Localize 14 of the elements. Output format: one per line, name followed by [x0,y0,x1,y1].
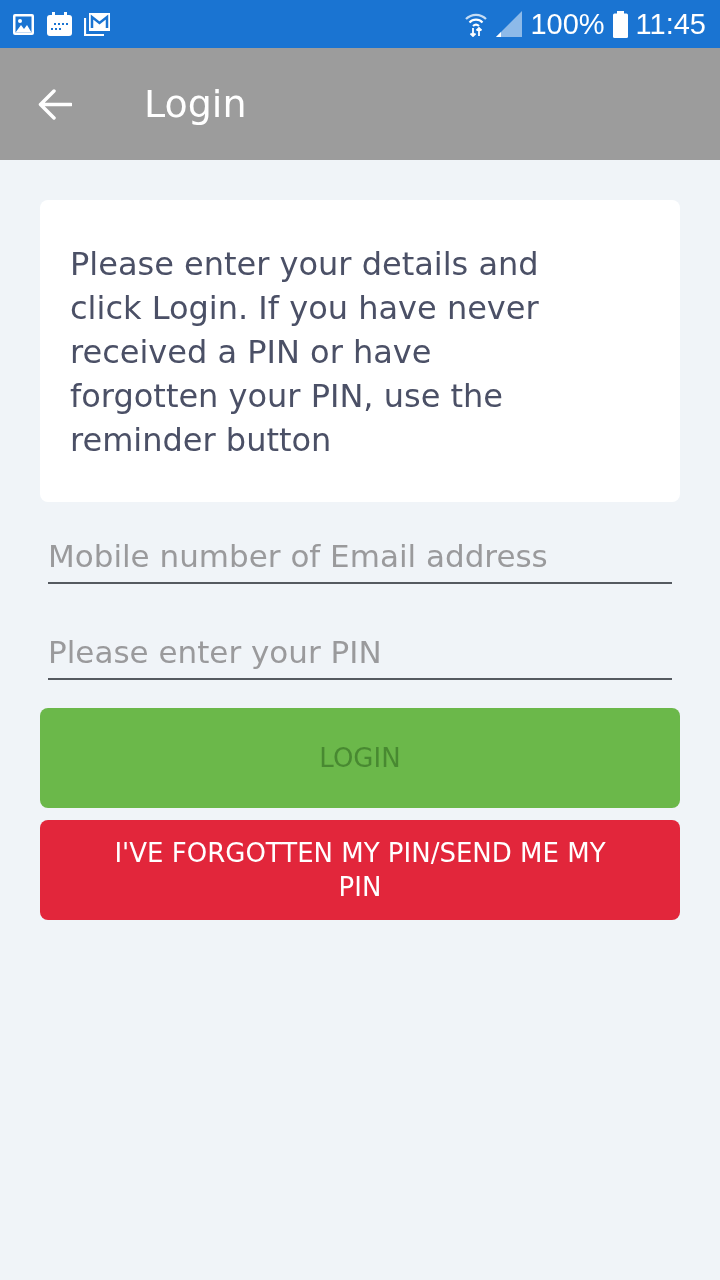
forgot-pin-button[interactable]: I'VE FORGOTTEN MY PIN/SEND ME MY PIN [40,820,680,920]
mail-icon [84,12,111,36]
clock-time: 11:45 [635,9,706,39]
calendar-icon [47,12,72,36]
back-arrow-icon[interactable] [38,88,72,120]
input-field[interactable]: Please enter your PIN [48,628,672,680]
battery-icon [612,10,628,38]
battery-percentage: 100% [530,9,605,39]
screen-title: Login [144,85,247,123]
input-field[interactable]: Mobile number of Email address [48,532,672,584]
wifi-icon [464,11,489,37]
image-icon [12,12,35,36]
signal-icon [496,11,523,37]
instructions-text: Please enter your details and click Login. If you have never received a PIN or have forgotten your PIN, use the reminder button [70,244,540,461]
